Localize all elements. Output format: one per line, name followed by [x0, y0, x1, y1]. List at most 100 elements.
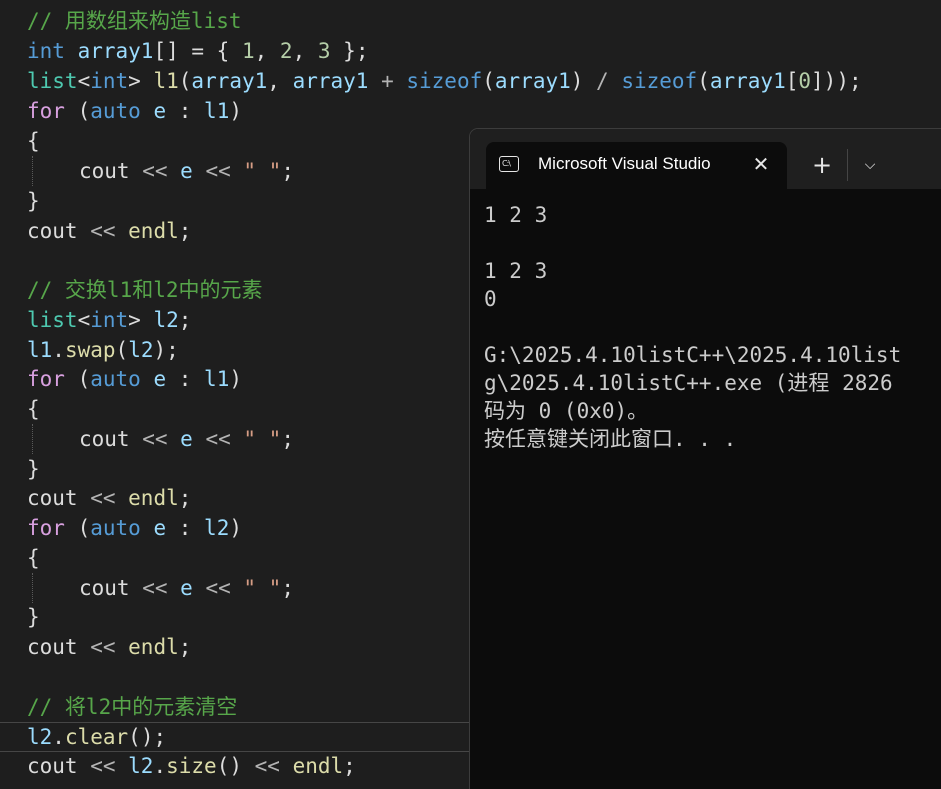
operator: << [129, 427, 181, 451]
punctuation: > [128, 308, 154, 332]
operator: / [596, 69, 622, 93]
code-line-24: // 将l2中的元素清空 [27, 692, 237, 722]
identifier-cout: cout [79, 159, 130, 183]
brace: } [27, 189, 40, 213]
code-line-2: int array1[] = { 1, 2, 3 }; [27, 36, 368, 66]
operator: << [77, 219, 129, 243]
punctuation: ; [281, 576, 294, 600]
indent-guide [32, 424, 33, 454]
new-tab-icon[interactable]: + [808, 151, 836, 179]
code-line-8: cout << endl; [27, 216, 191, 246]
code-line-26: cout << l2.size() << endl; [27, 751, 356, 781]
variable: l1 [204, 99, 230, 123]
punctuation: : [166, 516, 205, 540]
keyword-int: int [90, 69, 129, 93]
punctuation: ; [281, 427, 294, 451]
variable: e [140, 367, 167, 391]
operator: << [129, 159, 181, 183]
identifier-cout: cout [79, 576, 130, 600]
punctuation: ; [178, 486, 192, 510]
punctuation: ; [178, 635, 192, 659]
variable: e [140, 99, 167, 123]
code-line-3: list<int> l1(array1, array1 + sizeof(arr… [27, 66, 862, 96]
operator: + [368, 69, 407, 93]
type-list: list [27, 69, 78, 93]
operator: << [192, 159, 244, 183]
variable: e [180, 427, 193, 451]
punctuation: ) [229, 367, 242, 391]
keyword-int: int [90, 308, 129, 332]
punctuation: , [267, 69, 293, 93]
console-output-line: 码为 0 (0x0)。 [484, 399, 649, 423]
punctuation: < [77, 308, 91, 332]
comment: // 将l2中的元素清空 [27, 695, 238, 719]
number: 1 [241, 39, 255, 63]
keyword-int: int [27, 39, 65, 63]
operator: << [129, 576, 181, 600]
punctuation: > [128, 69, 154, 93]
variable: e [180, 576, 193, 600]
punctuation: < [77, 69, 91, 93]
variable: e [140, 516, 167, 540]
operator: << [77, 635, 129, 659]
comment: // 用数组来构造list [27, 9, 242, 33]
identifier-cout: cout [27, 635, 78, 659]
identifier-endl: endl [128, 635, 179, 659]
punctuation: ) [229, 99, 242, 123]
close-icon[interactable]: ✕ [748, 151, 774, 177]
code-line-4: for (auto e : l1) [27, 96, 242, 126]
variable: l1 [153, 69, 179, 93]
code-line-17: cout << endl; [27, 483, 191, 513]
number: 2 [279, 39, 293, 63]
keyword-sizeof: sizeof [621, 69, 698, 93]
code-line-5: { [27, 126, 40, 156]
variable: l2 [204, 516, 230, 540]
punctuation: . [52, 338, 65, 362]
identifier-endl: endl [292, 754, 344, 778]
code-line-14: { [27, 394, 40, 424]
keyword-for: for [27, 367, 65, 391]
punctuation: . [153, 754, 167, 778]
string-literal: " " [243, 427, 282, 451]
console-titlebar[interactable]: C:\ Microsoft Visual Studio ✕ + ⌵ [470, 129, 941, 189]
punctuation: ); [153, 338, 179, 362]
punctuation: ( [178, 69, 192, 93]
brace: } [27, 605, 40, 629]
method-size: size [166, 754, 217, 778]
titlebar-divider [847, 149, 848, 181]
variable: l1 [204, 367, 230, 391]
type-list: list [27, 308, 78, 332]
code-line-10: // 交换l1和l2中的元素 [27, 275, 263, 305]
keyword-for: for [27, 99, 65, 123]
chevron-down-icon[interactable]: ⌵ [856, 151, 884, 179]
code-line-16: } [27, 454, 40, 484]
keyword-auto: auto [90, 516, 141, 540]
keyword-auto: auto [90, 367, 141, 391]
code-line-7: } [27, 186, 40, 216]
punctuation: [ [785, 69, 799, 93]
code-line-21: } [27, 602, 40, 632]
code-line-18: for (auto e : l2) [27, 513, 242, 543]
punctuation: ( [64, 516, 91, 540]
code-line-13: for (auto e : l1) [27, 364, 242, 394]
punctuation: ])); [811, 69, 862, 93]
console-output-line: 1 2 3 [484, 259, 548, 283]
code-line-15: cout << e << " "; [79, 424, 294, 454]
number: 0 [798, 69, 812, 93]
code-line-1: // 用数组来构造list [27, 6, 242, 36]
keyword-auto: auto [90, 99, 141, 123]
terminal-icon: C:\ [499, 156, 519, 172]
console-tab[interactable]: C:\ Microsoft Visual Studio ✕ [486, 142, 787, 189]
method-swap: swap [64, 338, 116, 362]
punctuation: ; [178, 219, 192, 243]
console-window[interactable]: C:\ Microsoft Visual Studio ✕ + ⌵ 1 2 3 … [469, 128, 941, 789]
punctuation: ; [178, 308, 192, 332]
code-line-12: l1.swap(l2); [27, 335, 179, 365]
punctuation: [] = { [153, 39, 242, 63]
operator: << [241, 754, 293, 778]
tab-title: Microsoft Visual Studio [538, 154, 711, 173]
variable: array1 [709, 69, 786, 93]
code-line-25: l2.clear(); [27, 722, 166, 752]
punctuation: }; [330, 39, 369, 63]
operator: << [77, 754, 129, 778]
